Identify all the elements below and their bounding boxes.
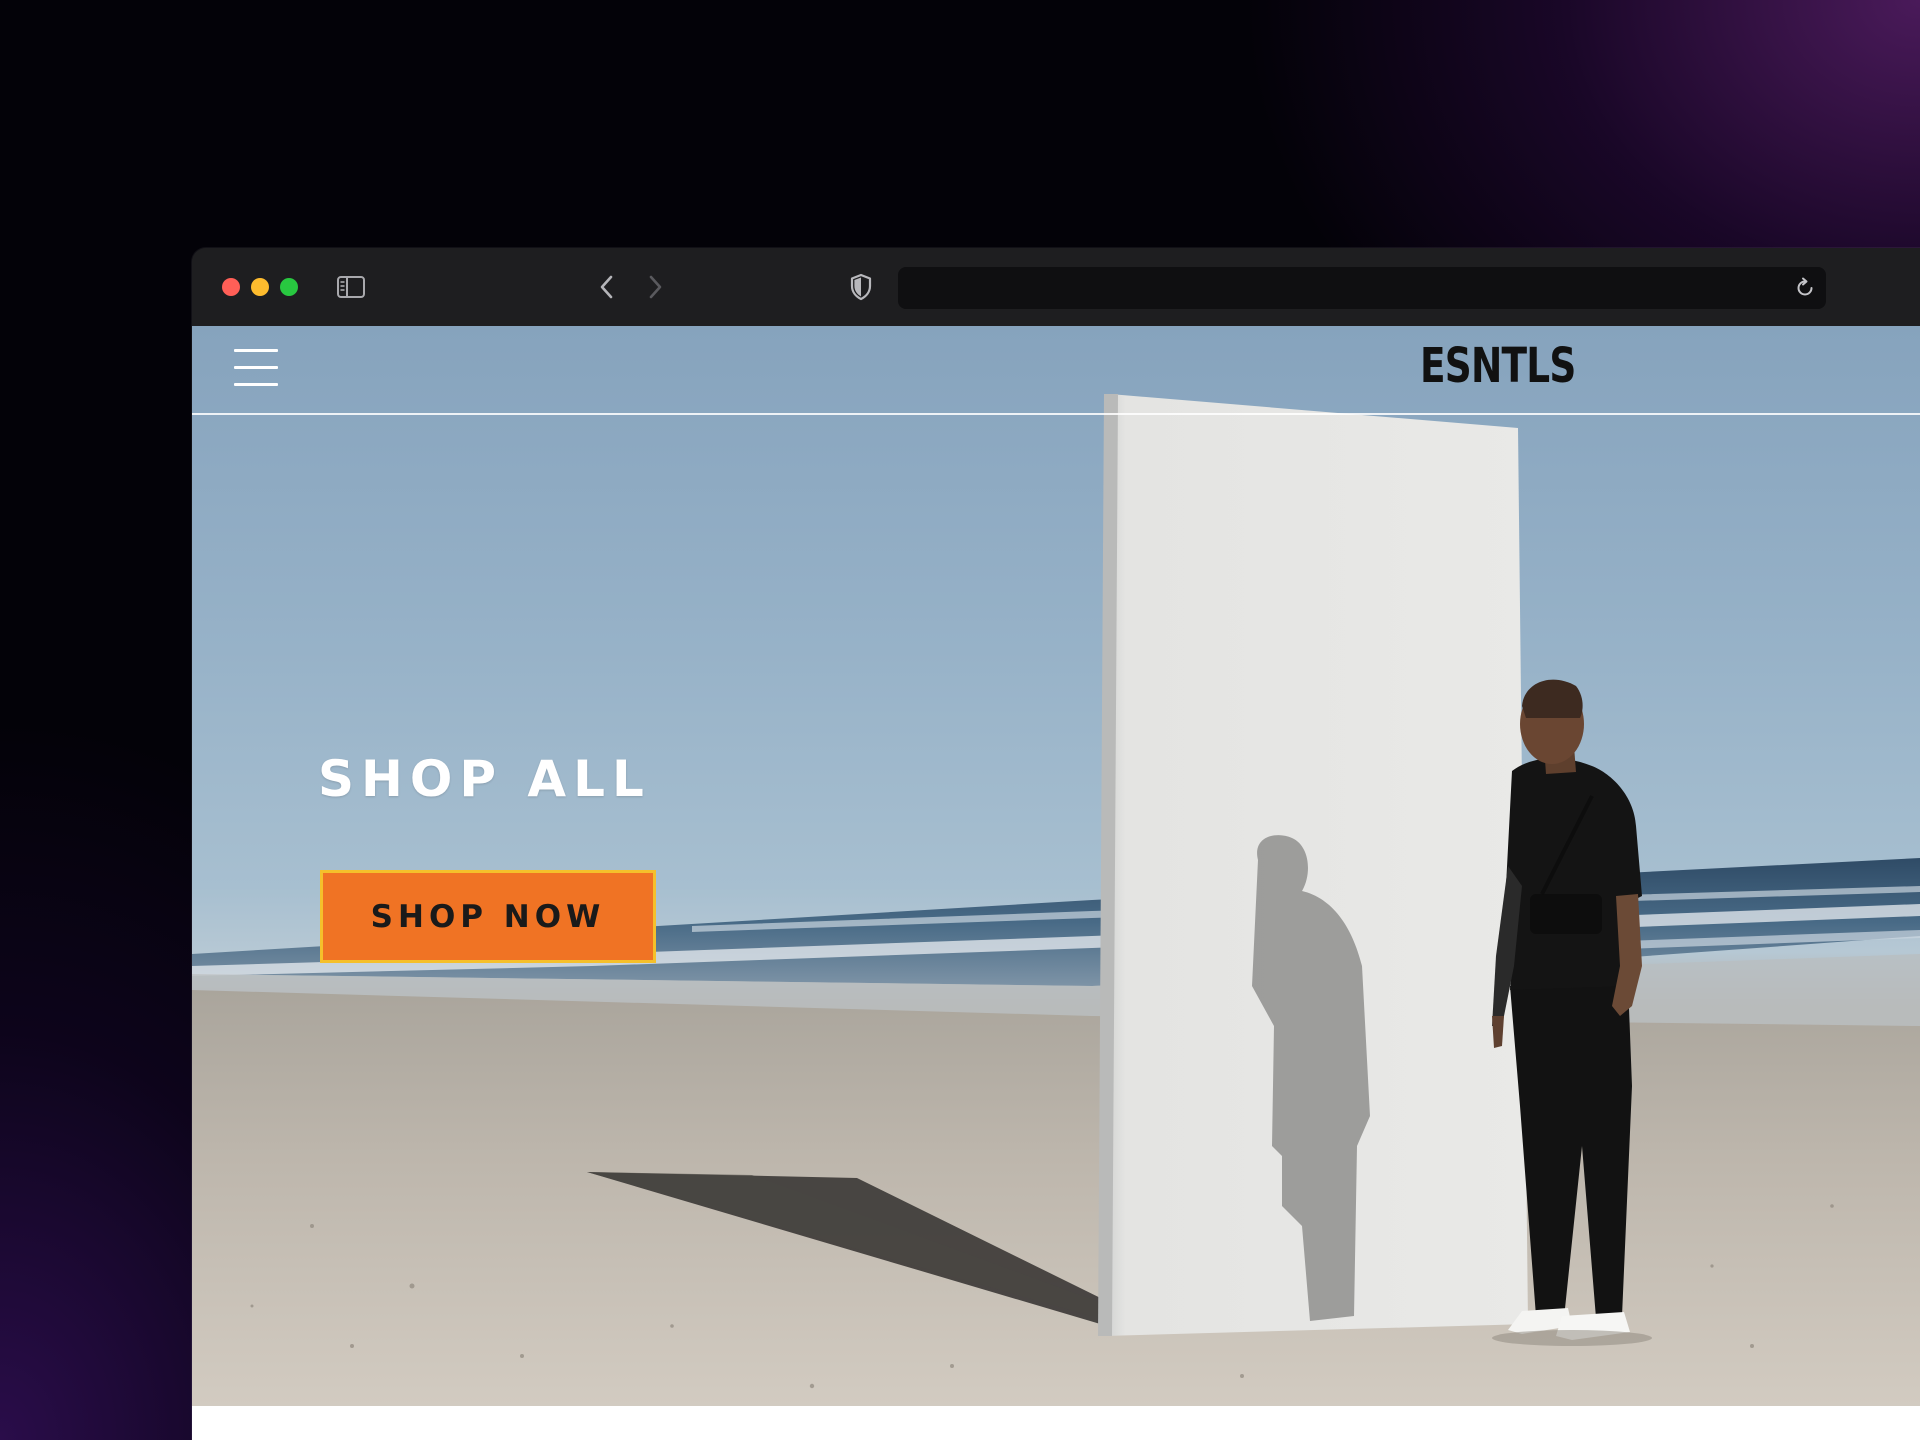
browser-toolbar xyxy=(192,248,1920,326)
hero-banner: ESNTLS SHOP ALL SHOP NOW xyxy=(192,326,1920,1406)
sidebar-toggle-icon[interactable] xyxy=(336,272,366,302)
chevron-right-icon[interactable] xyxy=(640,272,670,302)
page-content-below xyxy=(192,1406,1920,1440)
web-page: ESNTLS SHOP ALL SHOP NOW xyxy=(192,326,1920,1440)
brand-logo[interactable]: ESNTLS xyxy=(1420,338,1576,394)
chevron-left-icon[interactable] xyxy=(592,272,622,302)
minimize-window-button[interactable] xyxy=(251,278,269,296)
menu-bar xyxy=(234,366,278,369)
menu-bar xyxy=(234,349,278,352)
menu-bar xyxy=(234,383,278,386)
hero-title: SHOP ALL xyxy=(318,750,651,808)
reload-icon[interactable] xyxy=(1790,273,1820,303)
site-header: ESNTLS xyxy=(192,326,1920,415)
address-bar[interactable] xyxy=(898,267,1826,309)
browser-window: ESNTLS SHOP ALL SHOP NOW xyxy=(192,248,1920,1440)
shield-icon[interactable] xyxy=(846,272,876,302)
zoom-window-button[interactable] xyxy=(280,278,298,296)
shop-now-button[interactable]: SHOP NOW xyxy=(320,870,656,963)
hero-photo xyxy=(192,394,1920,1406)
close-window-button[interactable] xyxy=(222,278,240,296)
hamburger-menu-icon[interactable] xyxy=(232,346,280,390)
